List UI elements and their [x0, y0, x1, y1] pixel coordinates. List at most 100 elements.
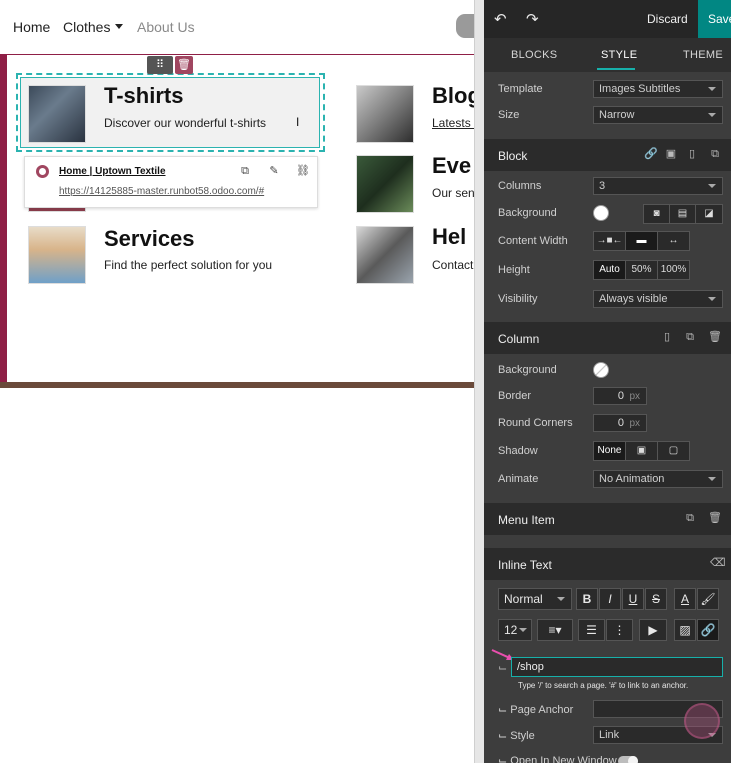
template-select[interactable]: Images Subtitles [593, 80, 723, 98]
width-full-icon[interactable]: ↔ [658, 232, 689, 250]
columns-select[interactable]: 3 [593, 177, 723, 195]
align-dropdown-icon[interactable]: ≡▾ [537, 619, 573, 641]
save-button[interactable]: Save [698, 0, 731, 38]
link-popover: Home | Uptown Textile https://14125885-m… [24, 156, 318, 208]
block-section-header[interactable]: Block 🔗 ▣ ▯ ⧉ [484, 139, 731, 171]
link-url-input[interactable]: /shop [511, 657, 723, 677]
trash-icon[interactable]: 🗑 [708, 512, 722, 524]
card-title-services[interactable]: Services [104, 226, 195, 252]
preview-scrollbar[interactable] [474, 0, 484, 763]
drag-handle-icon[interactable]: ⠿ [147, 56, 173, 74]
tab-theme[interactable]: THEME [683, 49, 723, 61]
link-icon[interactable]: 🔗 [644, 148, 658, 160]
size-select[interactable]: Narrow [593, 106, 723, 124]
card-title-tshirts[interactable]: T-shirts [104, 83, 183, 109]
link-popover-title[interactable]: Home | Uptown Textile [59, 166, 166, 177]
card-title-help[interactable]: Hel [432, 224, 466, 250]
shadow-outset-icon[interactable]: ▣ [626, 442, 658, 460]
link-style-label: ⌙ Style [498, 730, 535, 742]
media-play-icon[interactable]: ▶ [639, 619, 667, 641]
card-image-services[interactable] [28, 226, 86, 284]
trash-icon[interactable]: 🗑 [175, 56, 193, 74]
card-subtitle-blog[interactable]: Latests a [432, 116, 474, 130]
save-snippet-icon[interactable]: ▣ [665, 148, 677, 160]
column-background-color[interactable] [593, 362, 609, 378]
copy-icon[interactable]: ⧉ [239, 165, 251, 177]
card-image-events[interactable] [356, 155, 414, 213]
height-auto-button[interactable]: Auto [594, 261, 626, 279]
font-size-select[interactable]: 12 [498, 619, 532, 641]
discard-button[interactable]: Discard [647, 12, 688, 26]
card-title-events[interactable]: Eve [432, 153, 471, 179]
round-corners-unit: px [629, 418, 640, 429]
film-icon[interactable]: ▤ [670, 205, 696, 223]
border-value: 0 [617, 390, 624, 402]
strikethrough-button[interactable]: S [645, 588, 667, 610]
numbered-list-icon[interactable]: ⋮ [606, 619, 633, 641]
width-small-icon[interactable]: →■← [594, 232, 626, 250]
nav-home-link[interactable]: Home [13, 19, 50, 35]
mobile-icon[interactable]: ▯ [686, 148, 698, 160]
animate-select[interactable]: No Animation [593, 470, 723, 488]
bold-button[interactable]: B [576, 588, 598, 610]
nav-clothes-label: Clothes [63, 19, 111, 35]
visibility-select[interactable]: Always visible [593, 290, 723, 308]
link-url-hint: Type '/' to search a page. '#' to link t… [518, 681, 689, 690]
trash-icon[interactable]: 🗑 [708, 331, 722, 343]
block-section-title: Block [498, 149, 528, 163]
card-subtitle-help[interactable]: Contact [432, 258, 473, 272]
underline-button[interactable]: U [622, 588, 644, 610]
card-image-blog[interactable] [356, 85, 414, 143]
column-background-label: Background [498, 364, 557, 376]
eraser-icon[interactable]: ⌫ [710, 557, 726, 569]
nav-clothes-link[interactable]: Clothes [63, 19, 124, 35]
tab-style[interactable]: STYLE [601, 49, 637, 61]
edit-icon[interactable]: ✎ [268, 165, 280, 177]
menu-item-section-header[interactable]: Menu Item ⧉ 🗑 [484, 503, 731, 535]
italic-button[interactable]: I [599, 588, 621, 610]
link-popover-url[interactable]: https://14125885-master.runbot58.odoo.co… [59, 186, 264, 197]
card-subtitle-events[interactable]: Our sen [432, 186, 474, 200]
text-style-value: Normal [504, 592, 543, 606]
shadow-none-button[interactable]: None [594, 442, 626, 460]
block-background-color[interactable] [593, 205, 609, 221]
card-subtitle-services[interactable]: Find the perfect solution for you [104, 258, 272, 272]
undo-icon[interactable]: ↶ [494, 10, 507, 28]
new-window-text: Open In New Window [510, 755, 617, 763]
inline-text-section-header[interactable]: Inline Text ⌫ [484, 548, 731, 580]
chevron-down-icon [708, 184, 716, 188]
card-image-help[interactable] [356, 226, 414, 284]
height-100-button[interactable]: 100% [658, 261, 689, 279]
duplicate-icon[interactable]: ⧉ [684, 512, 696, 524]
border-input[interactable]: 0 px [593, 387, 647, 405]
bullet-list-icon[interactable]: ☰ [578, 619, 605, 641]
height-50-button[interactable]: 50% [626, 261, 658, 279]
mobile-icon[interactable]: ▯ [661, 331, 673, 343]
visibility-value: Always visible [599, 293, 668, 305]
paint-brush-icon[interactable]: 🖌 [697, 588, 719, 610]
chevron-down-icon [708, 297, 716, 301]
card-image-tshirts[interactable] [28, 85, 86, 143]
duplicate-icon[interactable]: ⧉ [684, 331, 696, 343]
click-indicator [684, 703, 720, 739]
duplicate-icon[interactable]: ⧉ [709, 148, 721, 160]
card-title-blog[interactable]: Blog [432, 83, 474, 109]
columns-label: Columns [498, 180, 542, 192]
unlink-icon[interactable]: ⛓ [296, 165, 310, 177]
font-color-button[interactable]: A [674, 588, 696, 610]
new-window-toggle[interactable] [618, 756, 638, 763]
width-regular-icon[interactable]: ▬ [626, 232, 658, 250]
image-icon[interactable]: ▨ [674, 619, 696, 641]
round-corners-input[interactable]: 0 px [593, 414, 647, 432]
link-icon[interactable]: 🔗 [697, 619, 719, 641]
nav-about-link[interactable]: About Us [137, 19, 195, 35]
shadow-inset-icon[interactable]: ▢ [658, 442, 689, 460]
column-section-header[interactable]: Column ▯ ⧉ 🗑 [484, 322, 731, 354]
text-style-select[interactable]: Normal [498, 588, 572, 610]
redo-icon[interactable]: ↷ [526, 10, 539, 28]
card-subtitle-tshirts[interactable]: Discover our wonderful t-shirts [104, 116, 266, 130]
gradient-icon[interactable]: ◪ [696, 205, 722, 223]
tab-blocks[interactable]: BLOCKS [511, 49, 557, 61]
size-label: Size [498, 109, 520, 121]
camera-icon[interactable]: ◙ [644, 205, 670, 223]
